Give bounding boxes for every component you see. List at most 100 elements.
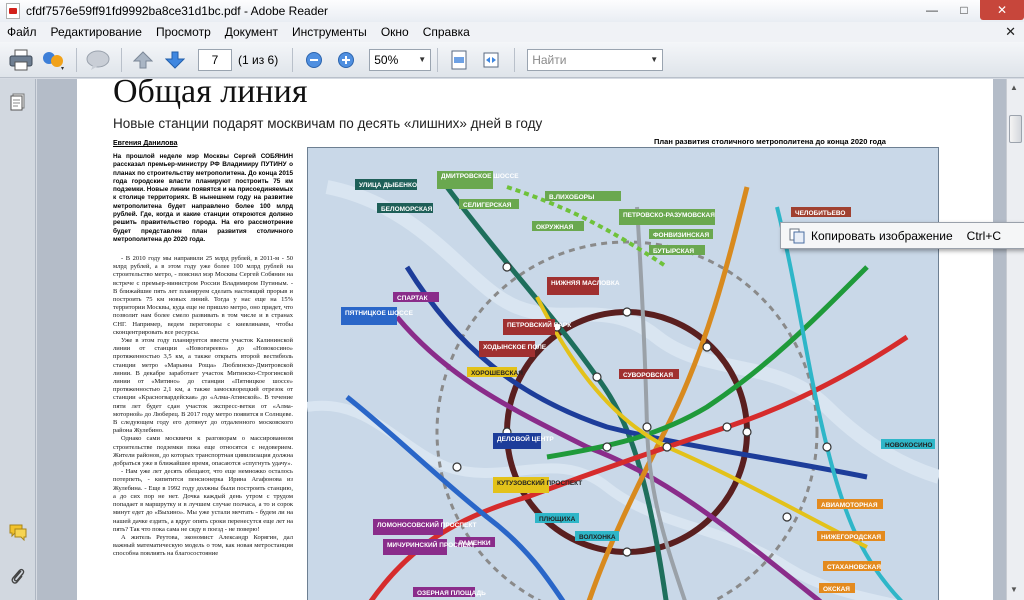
find-input[interactable]: Найти ▼ xyxy=(527,48,664,71)
zoom-out-button[interactable] xyxy=(299,46,329,74)
scrollbar-thumb[interactable] xyxy=(1009,115,1022,143)
document-viewer[interactable]: Общая линия Новые станции подарят москви… xyxy=(37,79,1006,600)
map-station-label: ФОНВИЗИНСКАЯ xyxy=(653,232,709,239)
map-station-label: ВОЛХОНКА xyxy=(579,534,616,541)
next-page-button[interactable] xyxy=(160,46,190,74)
fit-page-icon xyxy=(451,50,467,69)
zoom-in-icon xyxy=(338,51,355,68)
comment-icon xyxy=(86,50,110,70)
chevron-down-icon: ▼ xyxy=(418,55,427,64)
map-station-label: ОКСКАЯ xyxy=(823,586,850,593)
collaborate-button[interactable] xyxy=(38,46,68,74)
pdf-file-icon xyxy=(6,3,20,19)
attachment-icon[interactable] xyxy=(9,567,27,585)
map-station-label: В.ЛИХОБОРЫ xyxy=(549,194,594,201)
article-headline: Общая линия xyxy=(113,79,308,110)
article-paragraph: - В 2010 году мы направили 25 млрд рубле… xyxy=(113,255,293,336)
map-station-label: СЕЛИГЕРСКАЯ xyxy=(463,202,512,209)
menu-bar: Файл Редактирование Просмотр Документ Ин… xyxy=(0,22,1024,42)
map-station-label: НОВОКОСИНО xyxy=(885,442,932,449)
close-document-button[interactable]: ✕ xyxy=(1005,24,1016,40)
article-paragraph: - Нам уже лет десять обещают, что еще не… xyxy=(113,468,293,533)
copy-image-menu-item[interactable]: Копировать изображение xyxy=(811,229,967,243)
map-station-label: ОКРУЖНАЯ xyxy=(536,224,574,231)
pages-icon[interactable] xyxy=(9,93,27,111)
map-station-label: МИЧУРИНСКИЙ ПРОСПЕКТ xyxy=(387,540,475,549)
printer-icon xyxy=(9,49,33,70)
print-button[interactable] xyxy=(6,46,36,74)
menu-help[interactable]: Справка xyxy=(416,22,477,42)
map-caption: План развития столичного метрополитена д… xyxy=(654,137,886,146)
menu-file[interactable]: Файл xyxy=(0,22,44,42)
find-placeholder: Найти xyxy=(532,52,567,67)
toolbar-separator xyxy=(292,47,294,72)
fit-width-icon xyxy=(483,52,499,67)
minimize-button[interactable]: — xyxy=(916,0,948,20)
page-number-input[interactable]: 7 xyxy=(198,48,232,71)
map-station-label: СПАРТАК xyxy=(397,295,428,302)
map-station-label: ПЕТРОВСКИЙ ПАРК xyxy=(507,320,571,329)
article-subhead: Новые станции подарят москвичам по десят… xyxy=(113,116,543,131)
previous-page-button[interactable] xyxy=(128,46,158,74)
toolbar-separator xyxy=(76,47,77,72)
scroll-up-icon[interactable]: ▲ xyxy=(1010,83,1018,92)
menu-edit[interactable]: Редактирование xyxy=(44,22,149,42)
article-body: - В 2010 году мы направили 25 млрд рубле… xyxy=(113,255,293,559)
zoom-value: 50% xyxy=(374,52,399,67)
article-author: Евгения Данилова xyxy=(113,140,178,147)
zoom-select[interactable]: 50% ▼ xyxy=(369,48,432,71)
fit-page-button[interactable] xyxy=(444,46,474,74)
page-count: (1 из 6) xyxy=(238,52,279,67)
article-paragraph: Однако сами москвичи к разговорам о масс… xyxy=(113,435,293,468)
map-station-label: КУТУЗОВСКИЙ ПРОСПЕКТ xyxy=(497,478,582,487)
toolbar-separator xyxy=(121,47,122,72)
menu-tools[interactable]: Инструменты xyxy=(285,22,374,42)
map-station-label: ЛОМОНОСОВСКИЙ ПРОСПЕКТ xyxy=(377,520,476,529)
maximize-button[interactable]: □ xyxy=(948,0,980,20)
zoom-in-button[interactable] xyxy=(331,46,361,74)
toolbar-separator xyxy=(514,47,516,72)
arrow-down-icon xyxy=(165,51,185,69)
comment-button[interactable] xyxy=(83,46,113,74)
map-station-label: ДЕЛОВОЙ ЦЕНТР xyxy=(497,434,554,443)
menu-window[interactable]: Окно xyxy=(374,22,416,42)
map-station-label: АВИАМОТОРНАЯ xyxy=(821,502,878,509)
zoom-out-icon xyxy=(306,51,323,68)
toolbar-separator xyxy=(437,47,439,72)
article-paragraph: Уже в этом году планируется ввести участ… xyxy=(113,337,293,435)
arrow-up-icon xyxy=(133,50,153,68)
map-station-label: ХОРОШЕВСКАЯ xyxy=(471,370,523,377)
title-bar: cfdf7576e59ff91fd9992ba8ce31d1bc.pdf - A… xyxy=(0,0,1024,22)
menu-document[interactable]: Документ xyxy=(218,22,285,42)
map-station-label: ПЕТРОВСКО-РАЗУМОВСКАЯ xyxy=(623,212,715,219)
map-station-label: СУВОРОВСКАЯ xyxy=(623,372,673,379)
toolbar: 7 (1 из 6) 50% ▼ Найти ▼ xyxy=(0,42,1024,78)
chevron-down-icon: ▼ xyxy=(650,55,659,64)
map-station-label: УЛИЦА ДЫБЕНКО xyxy=(359,182,417,189)
comments-icon[interactable] xyxy=(9,523,27,541)
map-station-label: НИЖЕГОРОДСКАЯ xyxy=(821,534,881,541)
menu-view[interactable]: Просмотр xyxy=(149,22,218,42)
close-button[interactable]: ✕ xyxy=(980,0,1024,20)
article-paragraph: А житель Реутова, экономист Александр Ко… xyxy=(113,533,293,558)
pdf-page: Общая линия Новые станции подарят москви… xyxy=(77,79,993,600)
map-station-label: НИЖНЯЯ МАСЛОВКА xyxy=(551,280,620,287)
metro-map[interactable]: УЛИЦА ДЫБЕНКО ДМИТРОВСКОЕ ШОССЕ БЕЛОМОРС… xyxy=(307,147,939,600)
scroll-down-icon[interactable]: ▼ xyxy=(1010,585,1018,594)
map-station-label: ПЛЮЩИХА xyxy=(539,516,576,523)
map-station-label: БУТЫРСКАЯ xyxy=(653,248,694,255)
context-menu: Копировать изображение Ctrl+C xyxy=(780,222,1024,249)
map-station-label: ОЗЕРНАЯ ПЛОЩАДЬ xyxy=(417,590,486,597)
window-controls: — □ ✕ xyxy=(916,0,1024,20)
map-station-label: БЕЛОМОРСКАЯ xyxy=(381,206,433,213)
navigation-panel xyxy=(0,79,36,600)
article-lead: На прошлой неделе мэр Москвы Сергей СОБЯ… xyxy=(113,153,293,243)
vertical-scrollbar[interactable]: ▲ ▼ xyxy=(1006,79,1024,600)
fit-width-button[interactable] xyxy=(476,46,506,74)
map-station-label: ПЯТНИЦКОЕ ШОССЕ xyxy=(345,310,414,317)
window-title: cfdf7576e59ff91fd9992ba8ce31d1bc.pdf - A… xyxy=(26,4,329,18)
copy-image-shortcut: Ctrl+C xyxy=(966,228,1001,243)
map-station-label: ЧЕЛОБИТЬЕВО xyxy=(795,210,845,217)
copy-image-icon xyxy=(789,228,805,244)
map-station-label: ДМИТРОВСКОЕ ШОССЕ xyxy=(441,173,519,180)
